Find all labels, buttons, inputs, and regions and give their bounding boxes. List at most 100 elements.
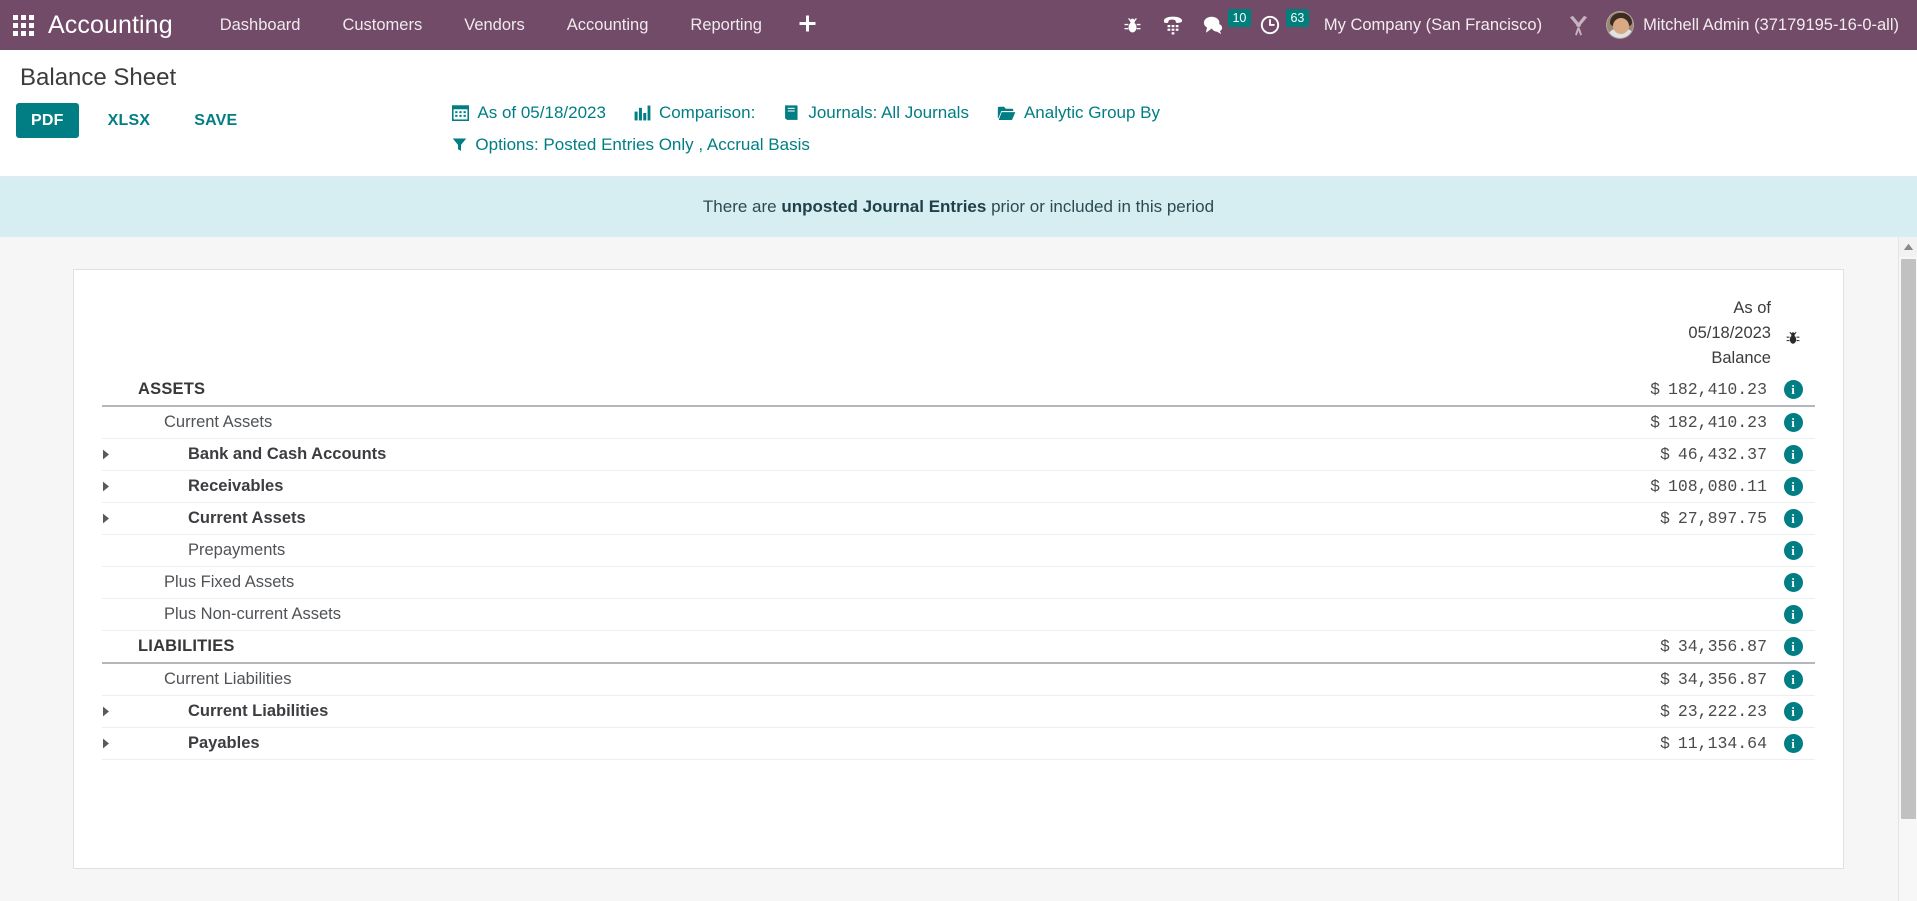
menu-item-vendors[interactable]: Vendors bbox=[443, 0, 546, 50]
table-row[interactable]: Payables $11,134.64 i bbox=[102, 728, 1815, 760]
row-label: Payables bbox=[188, 734, 260, 753]
table-row[interactable]: Receivables $108,080.11 i bbox=[102, 471, 1815, 503]
row-name-inner: Current Liabilities bbox=[102, 670, 1556, 689]
row-value-cell: $182,410.23 bbox=[1556, 374, 1771, 406]
menu-item-dashboard[interactable]: Dashboard bbox=[199, 0, 322, 50]
table-row[interactable]: ASSETS $182,410.23 i bbox=[102, 374, 1815, 407]
tools-wrench-icon[interactable] bbox=[1556, 14, 1600, 37]
row-name-cell: Prepayments bbox=[102, 535, 1556, 567]
options-filter-label: Options: Posted Entries Only , Accrual B… bbox=[475, 134, 810, 154]
table-row[interactable]: Plus Fixed Assets i bbox=[102, 567, 1815, 599]
pdf-button[interactable]: PDF bbox=[16, 102, 79, 139]
row-amount: 108,080.11 bbox=[1667, 477, 1767, 497]
activities-clock-icon[interactable]: 63 bbox=[1252, 0, 1310, 50]
expand-caret-icon[interactable] bbox=[102, 513, 124, 524]
row-label: Current Assets bbox=[164, 413, 273, 432]
info-icon[interactable]: i bbox=[1783, 541, 1803, 561]
row-value-cell: $23,222.23 bbox=[1556, 696, 1771, 728]
info-icon[interactable]: i bbox=[1783, 670, 1803, 690]
expand-caret-icon[interactable] bbox=[102, 706, 124, 717]
alert-suffix: prior or included in this period bbox=[986, 197, 1215, 216]
table-row[interactable]: Current Assets $27,897.75 i bbox=[102, 503, 1815, 535]
analytic-group-by-filter[interactable]: Analytic Group By bbox=[997, 103, 1160, 123]
row-name-cell: LIABILITIES bbox=[102, 631, 1556, 664]
apps-grid-icon[interactable] bbox=[0, 0, 46, 50]
table-head: As of 05/18/2023 Balance bbox=[102, 296, 1815, 374]
row-amount: 27,897.75 bbox=[1677, 509, 1767, 529]
expand-caret-icon[interactable] bbox=[102, 449, 124, 460]
alert-bold-link[interactable]: unposted Journal Entries bbox=[781, 197, 986, 216]
expand-caret-icon[interactable] bbox=[102, 481, 124, 492]
row-name-inner: Plus Fixed Assets bbox=[102, 573, 1556, 592]
info-icon[interactable]: i bbox=[1783, 380, 1803, 400]
info-icon[interactable]: i bbox=[1783, 573, 1803, 593]
save-button[interactable]: SAVE bbox=[179, 103, 252, 139]
table-body: ASSETS $182,410.23 i Current Assets $182,410… bbox=[102, 374, 1815, 760]
table-row[interactable]: LIABILITIES $34,356.87 i bbox=[102, 631, 1815, 664]
date-filter[interactable]: As of 05/18/2023 bbox=[452, 103, 606, 123]
row-value-cell: $27,897.75 bbox=[1556, 503, 1771, 535]
info-icon[interactable]: i bbox=[1783, 702, 1803, 722]
xlsx-button[interactable]: XLSX bbox=[93, 103, 166, 139]
company-switcher[interactable]: My Company (San Francisco) bbox=[1310, 16, 1556, 35]
options-filter[interactable]: Options: Posted Entries Only , Accrual B… bbox=[452, 134, 810, 155]
app-brand-accounting[interactable]: Accounting bbox=[46, 11, 179, 40]
menu-item-reporting[interactable]: Reporting bbox=[669, 0, 783, 50]
info-icon[interactable]: i bbox=[1783, 734, 1803, 754]
journals-filter[interactable]: Journals: All Journals bbox=[783, 103, 969, 123]
filters-line-primary: As of 05/18/2023 Comparison: Journals: A… bbox=[452, 103, 1160, 123]
row-name-cell: Plus Fixed Assets bbox=[102, 567, 1556, 599]
row-amount: 23,222.23 bbox=[1677, 702, 1767, 722]
scroll-up-button[interactable] bbox=[1899, 237, 1917, 258]
row-name-inner: LIABILITIES bbox=[102, 637, 1556, 656]
messages-icon[interactable]: 10 bbox=[1194, 0, 1252, 50]
scrollbar-thumb[interactable] bbox=[1901, 259, 1916, 820]
row-label: Prepayments bbox=[188, 541, 286, 560]
currency-symbol: $ bbox=[1659, 670, 1670, 690]
row-info-cell: i bbox=[1771, 406, 1815, 439]
row-value-cell: $11,134.64 bbox=[1556, 728, 1771, 760]
info-icon[interactable]: i bbox=[1783, 413, 1803, 433]
row-name-cell: ASSETS bbox=[102, 374, 1556, 406]
table-row[interactable]: Bank and Cash Accounts $46,432.37 i bbox=[102, 439, 1815, 471]
phone-keypad-icon[interactable] bbox=[1153, 0, 1194, 50]
row-value-cell: $182,410.23 bbox=[1556, 406, 1771, 439]
bug-icon[interactable] bbox=[1785, 331, 1801, 350]
table-row[interactable]: Prepayments i bbox=[102, 535, 1815, 567]
menu-item-accounting[interactable]: Accounting bbox=[546, 0, 670, 50]
row-name-cell: Receivables bbox=[102, 471, 1556, 503]
row-amount: 182,410.23 bbox=[1667, 380, 1767, 400]
table-row[interactable]: Current Assets $182,410.23 i bbox=[102, 406, 1815, 439]
vertical-scrollbar[interactable] bbox=[1898, 237, 1917, 901]
menu-item-customers[interactable]: Customers bbox=[321, 0, 443, 50]
user-menu[interactable]: Mitchell Admin (37179195-16-0-all) bbox=[1600, 11, 1907, 39]
unposted-entries-alert: There are unposted Journal Entries prior… bbox=[0, 177, 1917, 238]
row-name-inner: Current Liabilities bbox=[102, 702, 1556, 721]
bug-icon[interactable] bbox=[1112, 0, 1153, 50]
table-row[interactable]: Current Liabilities $34,356.87 i bbox=[102, 663, 1815, 696]
row-name-inner: Payables bbox=[102, 734, 1556, 753]
table-header-row: As of 05/18/2023 Balance bbox=[102, 296, 1815, 374]
row-info-cell: i bbox=[1771, 599, 1815, 631]
analytic-group-by-label: Analytic Group By bbox=[1023, 102, 1161, 122]
col-header-balance: As of 05/18/2023 Balance bbox=[1556, 296, 1771, 374]
info-icon[interactable]: i bbox=[1783, 509, 1803, 529]
bar-chart-icon bbox=[634, 105, 651, 121]
info-icon[interactable]: i bbox=[1783, 605, 1803, 625]
folder-open-icon bbox=[997, 105, 1016, 121]
info-icon[interactable]: i bbox=[1783, 445, 1803, 465]
table-row[interactable]: Plus Non-current Assets i bbox=[102, 599, 1815, 631]
row-label: Plus Fixed Assets bbox=[164, 573, 295, 592]
col-header-name bbox=[102, 296, 1556, 374]
comparison-filter[interactable]: Comparison: bbox=[634, 103, 755, 123]
row-name-cell: Current Liabilities bbox=[102, 696, 1556, 728]
row-info-cell: i bbox=[1771, 535, 1815, 567]
col-header-debug bbox=[1771, 296, 1815, 374]
row-amount: 182,410.23 bbox=[1667, 413, 1767, 433]
table-row[interactable]: Current Liabilities $23,222.23 i bbox=[102, 696, 1815, 728]
expand-caret-icon[interactable] bbox=[102, 738, 124, 749]
row-info-cell: i bbox=[1771, 374, 1815, 406]
info-icon[interactable]: i bbox=[1783, 477, 1803, 497]
info-icon[interactable]: i bbox=[1783, 637, 1803, 657]
add-menu-button[interactable] bbox=[783, 0, 832, 50]
